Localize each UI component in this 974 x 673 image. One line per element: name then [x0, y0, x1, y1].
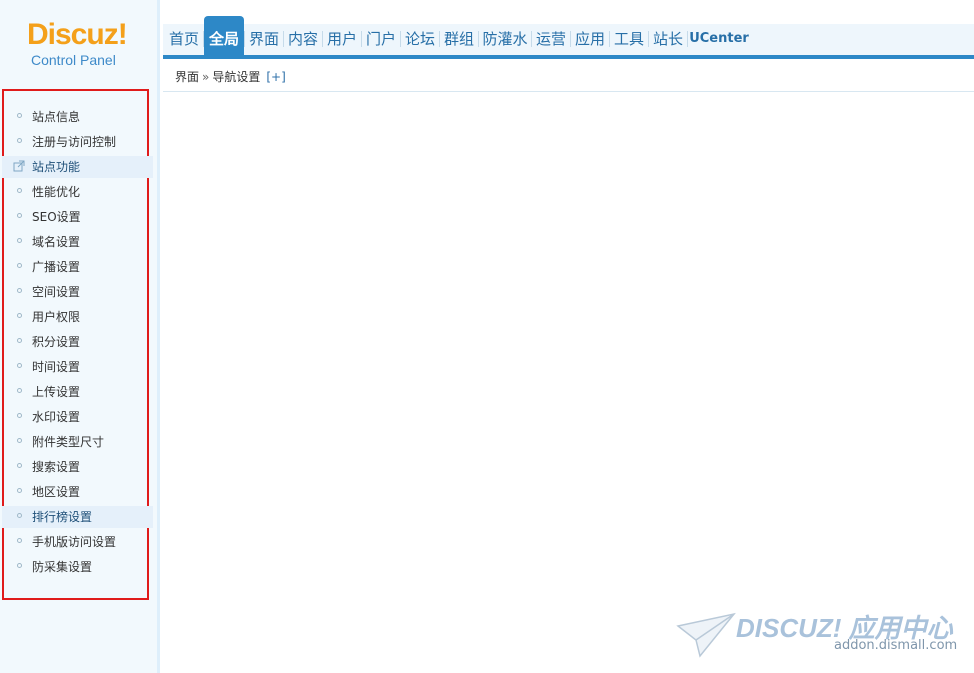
- sidebar-item-11[interactable]: 上传设置: [2, 381, 153, 403]
- sidebar-item-17[interactable]: 手机版访问设置: [2, 531, 153, 553]
- sidebar-item-4[interactable]: SEO设置: [2, 206, 153, 228]
- sidebar-item-label: 积分设置: [32, 335, 81, 349]
- external-link-icon: [13, 160, 25, 172]
- bullet-icon: [17, 413, 22, 418]
- bullet-icon: [17, 113, 22, 118]
- nav-tab-0[interactable]: 首页: [165, 24, 203, 55]
- breadcrumb-parent[interactable]: 界面: [175, 70, 199, 84]
- top-nav: 首页 全局 界面 内容 用户 门户 论坛 群组 防灌水 运营 应用 工具 站长 UCenter: [163, 16, 974, 55]
- sidebar-item-label: 时间设置: [32, 360, 81, 374]
- sidebar-item-label: 用户权限: [32, 310, 81, 324]
- sidebar-item-18[interactable]: 防采集设置: [2, 556, 153, 578]
- sidebar-item-label: 防采集设置: [32, 560, 93, 574]
- bullet-icon: [17, 338, 22, 343]
- sidebar-item-9[interactable]: 积分设置: [2, 331, 153, 353]
- sidebar-item-5[interactable]: 域名设置: [2, 231, 153, 253]
- sidebar-item-15[interactable]: 地区设置: [2, 481, 153, 503]
- nav-tab-12[interactable]: 站长: [649, 24, 687, 55]
- nav-tab-8[interactable]: 防灌水: [479, 24, 531, 55]
- nav-tab-1[interactable]: 全局: [204, 16, 244, 55]
- bullet-icon: [17, 538, 22, 543]
- nav-tab-9[interactable]: 运营: [532, 24, 570, 55]
- nav-tab-3[interactable]: 内容: [284, 24, 322, 55]
- sidebar-item-label: 空间设置: [32, 285, 81, 299]
- sidebar-item-label: SEO设置: [32, 210, 81, 224]
- bullet-icon: [17, 263, 22, 268]
- bullet-icon: [17, 463, 22, 468]
- nav-tab-6[interactable]: 论坛: [401, 24, 439, 55]
- bullet-icon: [17, 238, 22, 243]
- watermark-url: addon.dismall.com: [834, 638, 958, 653]
- logo-subtitle: Control Panel: [31, 52, 116, 68]
- nav-tab-4[interactable]: 用户: [323, 24, 361, 55]
- sidebar-item-0[interactable]: 站点信息: [2, 106, 153, 128]
- sidebar-item-12[interactable]: 水印设置: [2, 406, 153, 428]
- sidebar-item-3[interactable]: 性能优化: [2, 181, 153, 203]
- sidebar-item-10[interactable]: 时间设置: [2, 356, 153, 378]
- nav-tab-5[interactable]: 门户: [362, 24, 400, 55]
- sidebar-item-label: 站点功能: [32, 160, 81, 174]
- sidebar-item-1[interactable]: 注册与访问控制: [2, 131, 153, 153]
- bullet-icon: [17, 213, 22, 218]
- bullet-icon: [17, 188, 22, 193]
- sidebar-item-8[interactable]: 用户权限: [2, 306, 153, 328]
- sidebar-item-7[interactable]: 空间设置: [2, 281, 153, 303]
- paper-plane-icon: [676, 612, 736, 658]
- watermark: DISCUZ! 应用中心 addon.dismall.com: [676, 604, 966, 664]
- breadcrumb-bar: 界面» 导航设置 [+]: [163, 59, 974, 92]
- breadcrumb-separator: »: [202, 70, 210, 84]
- bullet-icon: [17, 513, 22, 518]
- sidebar-item-label: 站点信息: [32, 110, 81, 124]
- sidebar-item-label: 手机版访问设置: [32, 535, 117, 549]
- bullet-icon: [17, 288, 22, 293]
- logo-text: Discuz!: [27, 18, 128, 51]
- sidebar-item-16[interactable]: 排行榜设置: [2, 506, 153, 528]
- nav-tab-10[interactable]: 应用: [571, 24, 609, 55]
- nav-tab-11[interactable]: 工具: [610, 24, 648, 55]
- sidebar-item-6[interactable]: 广播设置: [2, 256, 153, 278]
- breadcrumb: 界面» 导航设置 [+]: [175, 68, 286, 85]
- bullet-icon: [17, 313, 22, 318]
- sidebar-item-label: 广播设置: [32, 260, 81, 274]
- bullet-icon: [17, 138, 22, 143]
- sidebar-item-13[interactable]: 附件类型尺寸: [2, 431, 153, 453]
- sidebar-item-label: 搜索设置: [32, 460, 81, 474]
- sidebar-item-label: 附件类型尺寸: [32, 435, 105, 449]
- bullet-icon: [17, 438, 22, 443]
- sidebar-item-label: 上传设置: [32, 385, 81, 399]
- sidebar-item-label: 注册与访问控制: [32, 135, 117, 149]
- sidebar: Discuz! Control Panel 站点信息注册与访问控制 站点功能性能优…: [0, 0, 160, 673]
- sidebar-item-2[interactable]: 站点功能: [2, 156, 153, 178]
- add-shortcut-button[interactable]: [+]: [260, 70, 285, 84]
- bullet-icon: [17, 363, 22, 368]
- bullet-icon: [17, 488, 22, 493]
- nav-tab-7[interactable]: 群组: [440, 24, 478, 55]
- logo[interactable]: Discuz! Control Panel: [27, 18, 147, 68]
- sidebar-item-label: 排行榜设置: [32, 510, 93, 524]
- sidebar-item-label: 地区设置: [32, 485, 81, 499]
- bullet-icon: [17, 563, 22, 568]
- sidebar-item-14[interactable]: 搜索设置: [2, 456, 153, 478]
- bullet-icon: [17, 388, 22, 393]
- breadcrumb-current: 导航设置: [212, 70, 261, 84]
- nav-tab-2[interactable]: 界面: [245, 24, 283, 55]
- sidebar-item-label: 域名设置: [32, 235, 81, 249]
- nav-tab-13[interactable]: UCenter: [688, 24, 750, 55]
- sidebar-item-label: 水印设置: [32, 410, 81, 424]
- sidebar-item-label: 性能优化: [32, 185, 81, 199]
